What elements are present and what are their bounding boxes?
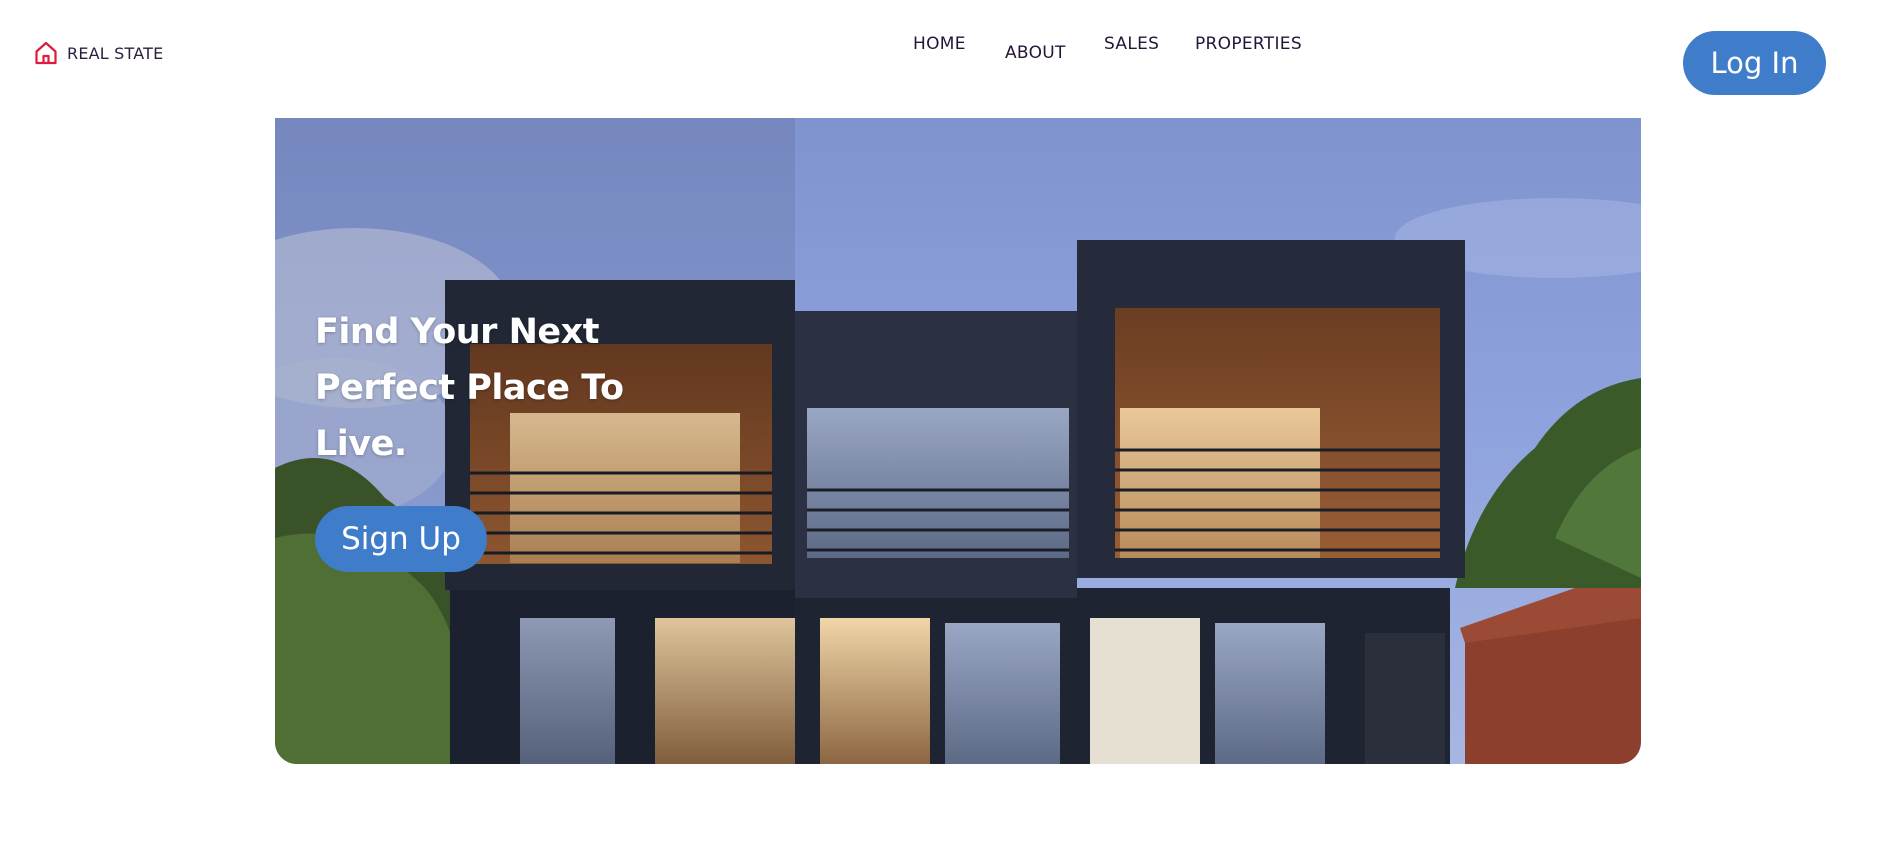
landing-page: REAL STATE HOME ABOUT SALES PROPERTIES L… — [0, 0, 1878, 847]
home-icon — [35, 41, 57, 65]
nav-item-properties[interactable]: PROPERTIES — [1195, 34, 1302, 54]
hero-headline: Find Your Next Perfect Place To Live. — [315, 312, 624, 464]
hero-banner: Find Your Next Perfect Place To Live. Si… — [275, 118, 1641, 764]
brand[interactable]: REAL STATE — [34, 40, 163, 66]
nav-item-sales[interactable]: SALES — [1104, 34, 1159, 54]
brand-name: REAL STATE — [67, 43, 164, 63]
signup-button[interactable]: Sign Up — [315, 506, 487, 572]
nav-item-about[interactable]: ABOUT — [1005, 43, 1066, 63]
login-button[interactable]: Log In — [1683, 31, 1826, 95]
nav-item-home[interactable]: HOME — [913, 34, 966, 54]
